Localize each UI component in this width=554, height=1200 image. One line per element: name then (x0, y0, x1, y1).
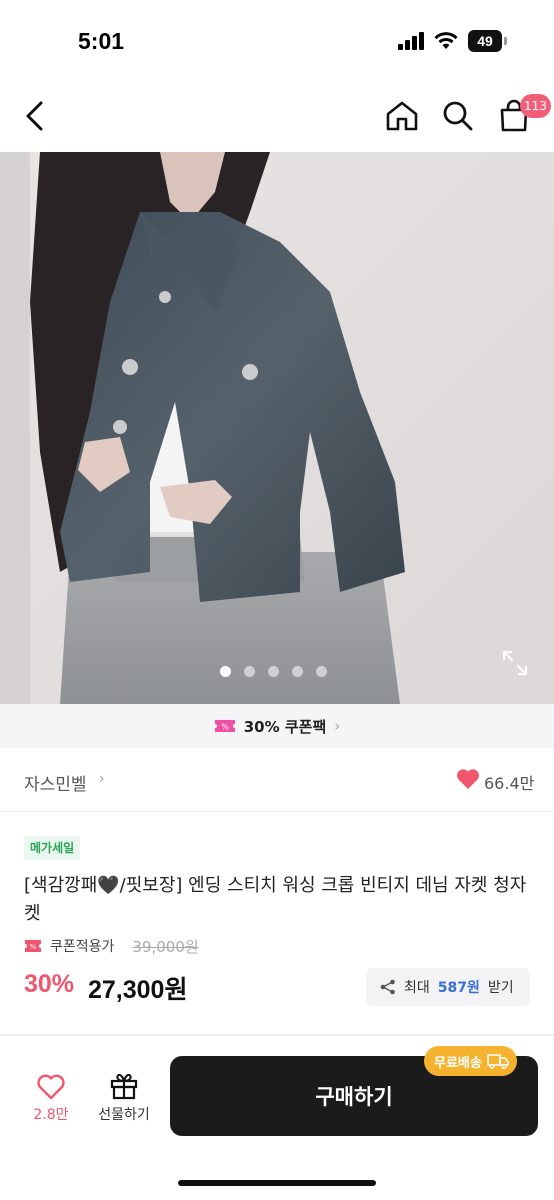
coupon-price-row: % 쿠폰적용가 39,000원 (24, 934, 199, 958)
sale-price: 27,300원 (88, 976, 188, 1004)
reward-button[interactable]: 최대 587원 받기 (366, 968, 530, 1006)
gift-button[interactable]: 선물하기 (92, 1070, 156, 1126)
store-name[interactable]: 자스민벨 (24, 770, 87, 795)
svg-text:%: % (30, 943, 37, 951)
wishlist-button[interactable]: 2.8만 (26, 1070, 76, 1126)
battery-icon: 49 (468, 30, 508, 52)
gift-icon (110, 1073, 138, 1100)
product-image[interactable] (0, 152, 554, 704)
home-button[interactable] (382, 96, 422, 136)
store-like-count: 66.4만 (484, 774, 535, 793)
battery-tip (504, 37, 507, 45)
home-icon (386, 101, 418, 131)
home-indicator[interactable] (178, 1180, 376, 1186)
svg-text:%: % (221, 723, 229, 732)
coupon-pack-banner[interactable]: % 30% 쿠폰팩 › (0, 704, 554, 748)
cart-count-badge: 113 (520, 94, 551, 118)
heart-filled-icon[interactable] (456, 768, 480, 790)
chevron-right-icon: › (99, 771, 105, 787)
pager-dot[interactable] (220, 666, 231, 677)
truck-icon (487, 1054, 509, 1069)
pager-dot[interactable] (292, 666, 303, 677)
pager-dot[interactable] (268, 666, 279, 677)
back-button[interactable] (14, 96, 54, 136)
product-photo (0, 152, 554, 704)
reward-prefix: 최대 (404, 980, 430, 996)
share-icon (380, 979, 395, 995)
status-time: 5:01 (78, 28, 125, 54)
expand-icon[interactable] (502, 650, 528, 676)
image-pager (220, 666, 327, 678)
status-bar: 5:01 49 (0, 0, 554, 80)
search-icon (443, 101, 473, 131)
coupon-price-label: 쿠폰적용가 (50, 939, 115, 955)
wifi-icon (434, 32, 458, 49)
heart-outline-icon (37, 1074, 65, 1100)
reward-amount: 587원 (437, 980, 480, 996)
store-row[interactable]: 자스민벨 › 66.4만 (0, 748, 554, 812)
pager-dot[interactable] (316, 666, 327, 677)
mega-sale-badge: 메가세일 (24, 836, 81, 860)
buy-button-label: 구매하기 (315, 1085, 393, 1109)
reward-suffix: 받기 (487, 980, 514, 996)
chevron-left-icon (26, 101, 43, 131)
wishlist-count: 2.8만 (33, 1107, 69, 1123)
coupon-icon: % (25, 940, 41, 952)
search-button[interactable] (438, 96, 478, 136)
signal-icon (398, 32, 424, 50)
free-shipping-badge: 무료배송 (424, 1046, 517, 1076)
free-shipping-label: 무료배송 (434, 1055, 482, 1071)
product-title: [색감깡패🖤/핏보장] 엔딩 스티치 워싱 크롭 빈티지 데님 자켓 청자켓 (24, 875, 527, 924)
battery-level: 49 (468, 30, 502, 52)
chevron-right-icon: › (334, 717, 341, 735)
top-nav (0, 80, 554, 152)
discount-rate: 30% (24, 970, 75, 998)
pager-dot[interactable] (244, 666, 255, 677)
coupon-ticket-icon: % (214, 720, 235, 732)
original-price: 39,000원 (132, 937, 199, 956)
gift-label: 선물하기 (98, 1107, 150, 1123)
coupon-pack-text: 30% 쿠폰팩 (243, 717, 327, 736)
